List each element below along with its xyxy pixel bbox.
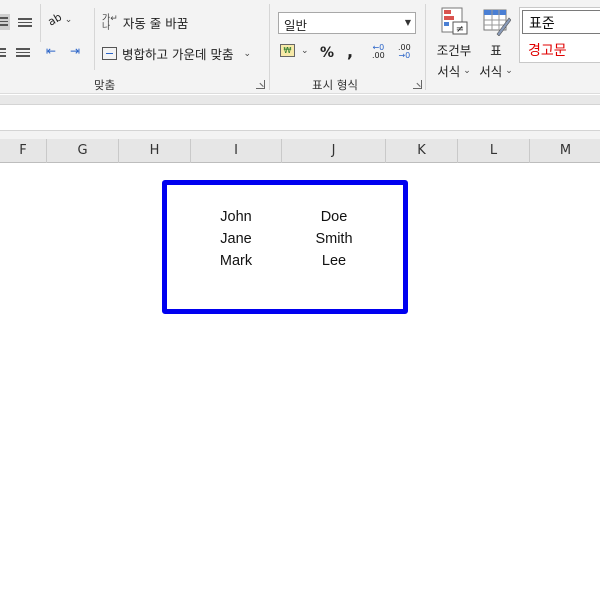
cell-first-name[interactable]: Mark	[191, 253, 281, 269]
column-header-j[interactable]: J	[282, 139, 386, 163]
ribbon-collapse-strip	[0, 95, 600, 105]
svg-text:≠: ≠	[456, 24, 464, 35]
cell-style-normal[interactable]: 표준	[522, 10, 600, 34]
number-format-select[interactable]: 일반 ▼	[278, 12, 416, 34]
column-header-f[interactable]: F	[0, 139, 47, 163]
chevron-down-icon[interactable]: ⌄	[243, 49, 251, 59]
orientation-button[interactable]: ab ⌄	[45, 10, 73, 29]
alignment-dialog-launcher-icon[interactable]	[256, 80, 265, 89]
accounting-format-button[interactable]: ₩ ⌄	[280, 44, 309, 57]
divider	[269, 4, 270, 90]
chevron-down-icon: ⌄	[301, 45, 309, 56]
cell-first-name[interactable]: John	[191, 209, 281, 225]
dropdown-arrow-icon: ▼	[404, 18, 411, 27]
column-header-row: F G H I J K L M	[0, 139, 600, 163]
chevron-down-icon: ⌄	[505, 65, 513, 76]
accounting-icon: ₩	[280, 44, 295, 57]
wrap-text-button[interactable]: 가↵ 나 자동 줄 바꿈	[102, 13, 188, 32]
column-header-k[interactable]: K	[386, 139, 458, 163]
merge-center-label: 병합하고 가운데 맞춤	[122, 47, 234, 62]
cell-last-name[interactable]: Doe	[289, 209, 379, 225]
cell-last-name[interactable]: Lee	[289, 253, 379, 269]
align-right-lines-icon[interactable]	[16, 46, 30, 59]
merge-cells-icon	[102, 47, 117, 60]
conditional-formatting-icon: ≠	[441, 7, 468, 35]
wrap-text-icon: 가↵ 나	[102, 13, 118, 32]
align-left-lines-icon[interactable]	[0, 46, 6, 59]
highlight-rectangle[interactable]	[162, 180, 408, 314]
number-format-value: 일반	[284, 18, 308, 33]
wrap-text-label: 자동 줄 바꿈	[122, 16, 189, 31]
conditional-formatting-label-2: 서식	[437, 64, 461, 79]
number-group-label: 표시 형식	[312, 78, 358, 92]
format-as-table-label-1: 표	[490, 43, 502, 58]
decrease-decimal-icon: →0	[398, 51, 411, 60]
divider	[425, 4, 426, 90]
column-header-i[interactable]: I	[191, 139, 282, 163]
align-left-icon[interactable]	[0, 14, 10, 30]
alignment-group-label: 맞춤	[94, 78, 116, 92]
column-header-l[interactable]: L	[458, 139, 530, 163]
cell-style-warning[interactable]: 경고문	[528, 40, 567, 60]
increase-decimal-button[interactable]: ←0 .00	[372, 44, 385, 60]
merge-center-button[interactable]: 병합하고 가운데 맞춤 ⌄	[102, 44, 251, 63]
formula-bar[interactable]	[0, 105, 600, 131]
divider	[94, 8, 95, 70]
format-as-table-label-2: 서식	[479, 64, 503, 79]
conditional-formatting-label-1: 조건부	[436, 43, 472, 58]
decrease-decimal-button[interactable]: .00 →0	[398, 44, 411, 60]
column-header-m[interactable]: M	[530, 139, 600, 163]
cell-first-name[interactable]: Jane	[191, 231, 281, 247]
chevron-down-icon: ⌄	[463, 65, 471, 76]
decrease-indent-icon[interactable]: ⇤	[46, 44, 56, 58]
percent-style-button[interactable]: %	[320, 45, 334, 61]
cell-last-name[interactable]: Smith	[289, 231, 379, 247]
number-dialog-launcher-icon[interactable]	[413, 80, 422, 89]
cell-styles-gallery: 표준 경고문	[519, 7, 600, 63]
align-justify-icon[interactable]	[18, 16, 32, 29]
format-as-table-icon	[483, 9, 511, 36]
divider	[40, 4, 41, 42]
column-header-h[interactable]: H	[119, 139, 191, 163]
text-orientation-icon: ab	[45, 10, 65, 29]
chevron-down-icon: ⌄	[64, 14, 73, 25]
ribbon: ab ⌄ ⇤ ⇥ 가↵ 나 자동 줄 바꿈 병합하고 가운데 맞춤 ⌄ 맞춤 일반…	[0, 0, 600, 94]
header-gap	[0, 131, 600, 139]
conditional-formatting-button[interactable]: ≠ 조건부 서식 ⌄	[432, 6, 476, 80]
column-header-g[interactable]: G	[47, 139, 119, 163]
comma-style-button[interactable]: ,	[347, 42, 353, 61]
format-as-table-button[interactable]: 표 서식 ⌄	[478, 6, 514, 80]
increase-indent-icon[interactable]: ⇥	[70, 44, 80, 58]
